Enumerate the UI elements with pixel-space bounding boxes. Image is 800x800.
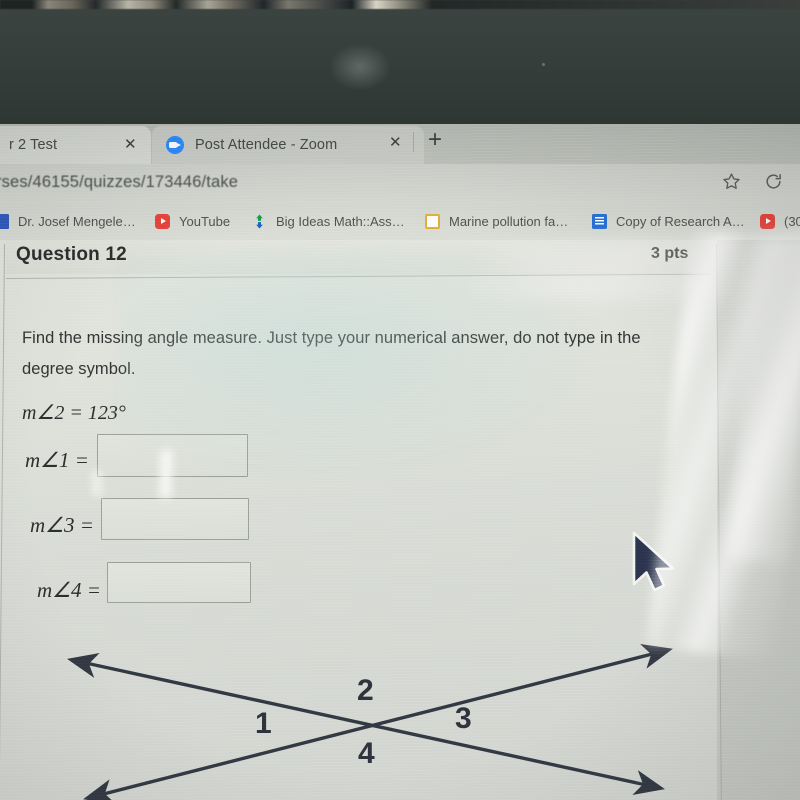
url-text[interactable]: rses/46155/quizzes/173446/take: [0, 173, 238, 192]
tab-0-title: r 2 Test: [9, 137, 58, 153]
laptop-bezel: [0, 0, 800, 126]
blue-doc-icon: [0, 213, 9, 229]
question-prompt-line-1: Find the missing angle measure. Just typ…: [22, 329, 641, 347]
google-docs-icon: [592, 213, 607, 229]
bookmark-item-4[interactable]: Copy of Research A…: [592, 211, 745, 231]
big-ideas-math-icon: [252, 213, 267, 229]
yellow-outline-doc-icon: [425, 213, 440, 229]
bookmark-item-1[interactable]: YouTube: [155, 211, 230, 231]
bookmark-star-icon[interactable]: [722, 172, 741, 191]
zoom-icon: [166, 136, 184, 154]
angle-label-1: 1: [255, 707, 272, 740]
bezel-glare-spot: [330, 44, 390, 90]
angle-label-3: 3: [455, 702, 472, 735]
page-right-gutter: [717, 240, 800, 800]
angle-label-2: 2: [357, 674, 374, 707]
bookmark-item-5[interactable]: (30: [760, 211, 800, 231]
answer-label-4: m∠4 =: [37, 578, 101, 602]
answer-label-1: m∠1 =: [25, 448, 89, 472]
given-angle-statement: m∠2 = 123°: [22, 402, 126, 424]
answer-label-3: m∠3 =: [30, 513, 94, 537]
tab-0-close-icon[interactable]: ✕: [124, 135, 137, 153]
tab-divider: [413, 132, 414, 152]
bookmark-item-0[interactable]: Dr. Josef Mengele…: [0, 211, 136, 231]
bookmark-label-5: (30: [784, 213, 800, 229]
bookmark-label-2: Big Ideas Math::Ass…: [276, 213, 405, 229]
bezel-dust-speck: [542, 63, 545, 66]
browser-tab-1[interactable]: Post Attendee - Zoom: [152, 126, 424, 164]
bookmark-label-4: Copy of Research A…: [616, 213, 745, 229]
bookmark-item-2[interactable]: Big Ideas Math::Ass…: [252, 211, 405, 231]
answer-input-angle-1[interactable]: [97, 434, 248, 477]
question-points-badge: 3 pts: [651, 245, 689, 262]
bookmark-label-3: Marine pollution fa…: [449, 213, 569, 229]
reload-icon[interactable]: [764, 172, 783, 191]
tab-1-close-icon[interactable]: ✕: [389, 133, 402, 151]
bookmark-item-3[interactable]: Marine pollution fa…: [425, 211, 568, 231]
answer-input-angle-4[interactable]: [107, 562, 251, 603]
question-prompt-line-2: degree symbol.: [22, 360, 136, 378]
new-tab-button[interactable]: +: [428, 128, 442, 152]
intersecting-lines-diagram: [67, 643, 673, 800]
answer-input-angle-3[interactable]: [101, 498, 249, 540]
angle-label-4: 4: [358, 737, 375, 770]
youtube-icon: [155, 213, 170, 229]
mouse-cursor: [632, 531, 675, 592]
bezel-top-light-strip: [0, 0, 800, 9]
photographed-laptop-screen: r 2 Test Post Attendee - Zoom ✕ ✕ + rses…: [0, 0, 800, 800]
bookmark-label-1: YouTube: [179, 213, 231, 229]
diagram-line-ascending: [83, 643, 673, 800]
bookmark-label-0: Dr. Josef Mengele…: [18, 213, 136, 229]
youtube-icon-2: [760, 213, 775, 229]
page-title: Question 12: [16, 244, 127, 265]
tab-1-title: Post Attendee - Zoom: [195, 137, 338, 153]
